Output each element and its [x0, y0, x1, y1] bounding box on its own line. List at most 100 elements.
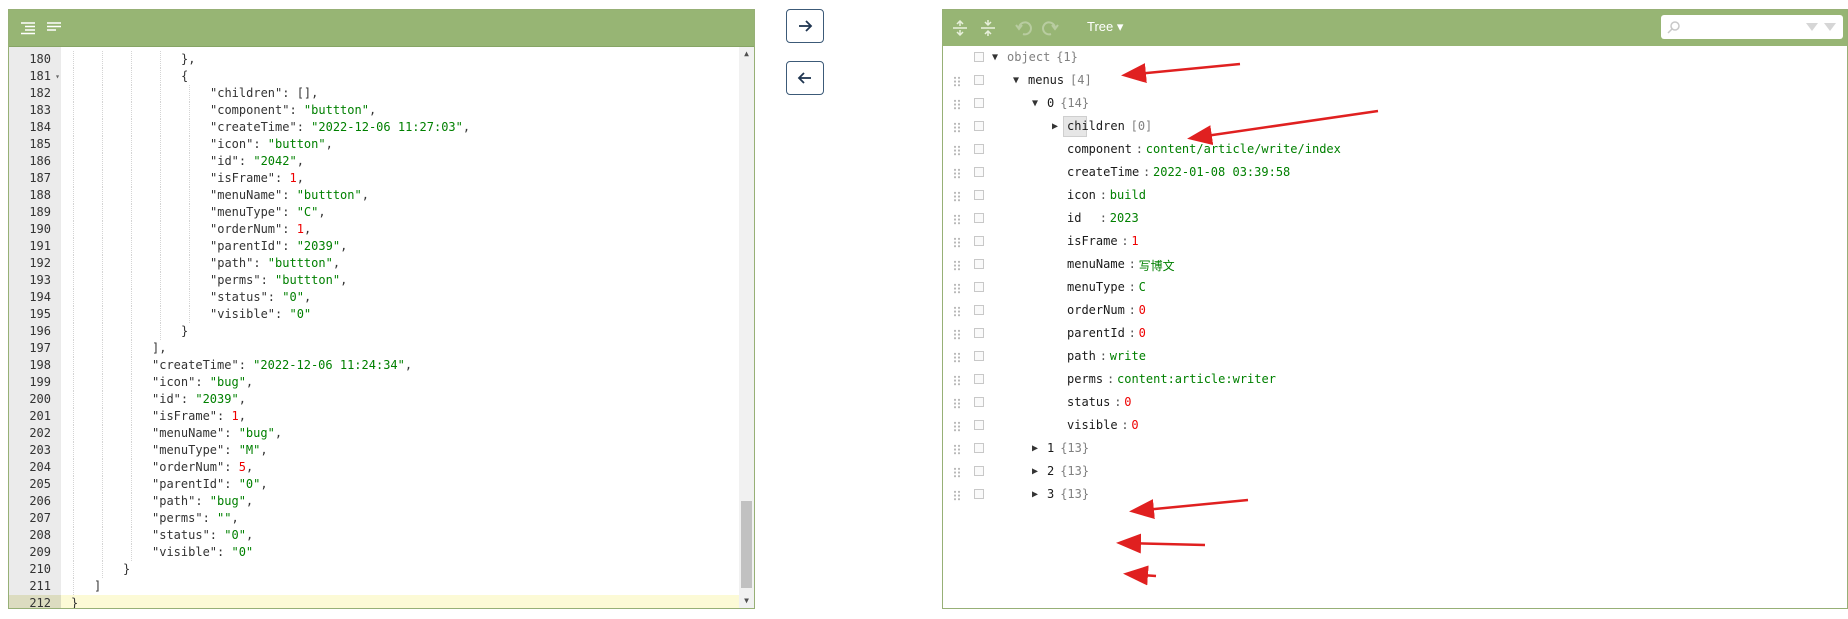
context-menu-button[interactable] [974, 328, 984, 338]
field-name[interactable]: id [1067, 211, 1096, 225]
field-name[interactable]: 1 [1047, 441, 1054, 455]
field-name[interactable]: path [1067, 349, 1096, 363]
field-value[interactable]: write [1110, 349, 1146, 363]
code-line[interactable]: 202 "menuName": "bug", [9, 425, 740, 442]
field-name[interactable]: menuType [1067, 280, 1125, 294]
search-next-icon[interactable] [1823, 22, 1837, 32]
code-line[interactable]: 181 ▾ { [9, 68, 740, 85]
code-line[interactable]: 207 "perms": "", [9, 510, 740, 527]
context-menu-button[interactable] [974, 236, 984, 246]
field-name[interactable]: perms [1067, 372, 1103, 386]
field-value[interactable]: 写博文 [1139, 257, 1175, 274]
scroll-down-icon[interactable]: ▼ [739, 596, 754, 608]
collapse-icon[interactable]: ▼ [1032, 98, 1038, 109]
code-line[interactable]: 209 "visible": "0" [9, 544, 740, 561]
drag-handle-icon[interactable] [953, 260, 961, 271]
field-name[interactable]: createTime [1067, 165, 1139, 179]
code-line[interactable]: 200 "id": "2039", [9, 391, 740, 408]
code-line[interactable]: 208 "status": "0", [9, 527, 740, 544]
code-line[interactable]: 204 "orderNum": 5, [9, 459, 740, 476]
field-name[interactable]: status [1067, 395, 1110, 409]
field-value[interactable]: 1 [1131, 234, 1138, 248]
copy-to-left-button[interactable] [786, 61, 824, 95]
code-line[interactable]: 206 "path": "bug", [9, 493, 740, 510]
code-line[interactable]: 182 "children": [], [9, 85, 740, 102]
context-menu-button[interactable] [974, 374, 984, 384]
drag-handle-icon[interactable] [953, 191, 961, 202]
code-line[interactable]: 212} [9, 595, 740, 608]
context-menu-button[interactable] [974, 466, 984, 476]
field-name[interactable]: menuName [1067, 257, 1125, 271]
search-options-icon[interactable] [1805, 22, 1819, 32]
code-line[interactable]: 196} [9, 323, 740, 340]
context-menu-button[interactable] [974, 144, 984, 154]
code-line[interactable]: 211] [9, 578, 740, 595]
context-menu-button[interactable] [974, 443, 984, 453]
drag-handle-icon[interactable] [953, 444, 961, 455]
drag-handle-icon[interactable] [953, 398, 961, 409]
drag-handle-icon[interactable] [953, 283, 961, 294]
code-line[interactable]: 197], [9, 340, 740, 357]
expand-icon[interactable]: ▶ [1032, 466, 1038, 477]
context-menu-button[interactable] [974, 75, 984, 85]
field-name[interactable]: component [1067, 142, 1132, 156]
expand-icon[interactable]: ▶ [1052, 121, 1058, 132]
field-value[interactable]: 0 [1139, 303, 1146, 317]
format-icon[interactable] [15, 16, 41, 40]
expand-icon[interactable]: ▶ [1032, 489, 1038, 500]
drag-handle-icon[interactable] [953, 329, 961, 340]
drag-handle-icon[interactable] [953, 122, 961, 133]
field-name[interactable]: icon [1067, 188, 1096, 202]
field-name[interactable]: 3 [1047, 487, 1054, 501]
field-name[interactable]: menus [1028, 73, 1064, 87]
tree-row[interactable]: ▶ 3 {13} [943, 482, 1833, 509]
code-area[interactable]: 180}, 181 ▾{182 "children": [], 183 "componen… [9, 47, 754, 608]
field-value[interactable]: C [1139, 280, 1146, 294]
search-input[interactable] [1661, 15, 1843, 39]
context-menu-button[interactable] [974, 190, 984, 200]
field-value[interactable]: 0 [1131, 418, 1138, 432]
fold-toggle-icon[interactable]: ▾ [55, 68, 60, 85]
code-line[interactable]: 187 "isFrame": 1, [9, 170, 740, 187]
drag-handle-icon[interactable] [953, 99, 961, 110]
field-name[interactable]: orderNum [1067, 303, 1125, 317]
field-name[interactable]: parentId [1067, 326, 1125, 340]
code-line[interactable]: 184 "createTime": "2022-12-06 11:27:03", [9, 119, 740, 136]
context-menu-button[interactable] [974, 98, 984, 108]
code-line[interactable]: 193 "perms": "buttton", [9, 272, 740, 289]
mode-selector-button[interactable]: Tree ▾ [1087, 19, 1123, 35]
drag-handle-icon[interactable] [953, 306, 961, 317]
code-line[interactable]: 191 "parentId": "2039", [9, 238, 740, 255]
code-line[interactable]: 203 "menuType": "M", [9, 442, 740, 459]
copy-to-right-button[interactable] [786, 9, 824, 43]
drag-handle-icon[interactable] [953, 76, 961, 87]
field-value[interactable]: build [1110, 188, 1146, 202]
context-menu-button[interactable] [974, 305, 984, 315]
code-line[interactable]: 201 "isFrame": 1, [9, 408, 740, 425]
code-line[interactable]: 180}, [9, 51, 740, 68]
code-line[interactable]: 183 "component": "buttton", [9, 102, 740, 119]
field-value[interactable]: content:article:writer [1117, 372, 1276, 386]
drag-handle-icon[interactable] [953, 352, 961, 363]
undo-icon[interactable] [1013, 18, 1035, 38]
code-line[interactable]: 192 "path": "buttton", [9, 255, 740, 272]
drag-handle-icon[interactable] [953, 421, 961, 432]
context-menu-button[interactable] [974, 420, 984, 430]
drag-handle-icon[interactable] [953, 237, 961, 248]
field-name[interactable]: 2 [1047, 464, 1054, 478]
code-line[interactable]: 188 "menuName": "buttton", [9, 187, 740, 204]
drag-handle-icon[interactable] [953, 467, 961, 478]
vertical-scrollbar[interactable]: ▲ ▼ [739, 47, 754, 608]
code-line[interactable]: 185 "icon": "button", [9, 136, 740, 153]
context-menu-button[interactable] [974, 259, 984, 269]
field-value[interactable]: 0 [1124, 395, 1131, 409]
code-line[interactable]: 186 "id": "2042", [9, 153, 740, 170]
context-menu-button[interactable] [974, 213, 984, 223]
field-value[interactable]: 2022-01-08 03:39:58 [1153, 165, 1290, 179]
code-line[interactable]: 195 "visible": "0" [9, 306, 740, 323]
field-name[interactable]: object [1007, 50, 1050, 64]
drag-handle-icon[interactable] [953, 214, 961, 225]
collapse-icon[interactable]: ▼ [1013, 75, 1019, 86]
field-value[interactable]: 2023 [1110, 211, 1139, 225]
scrollbar-thumb[interactable] [741, 501, 752, 588]
